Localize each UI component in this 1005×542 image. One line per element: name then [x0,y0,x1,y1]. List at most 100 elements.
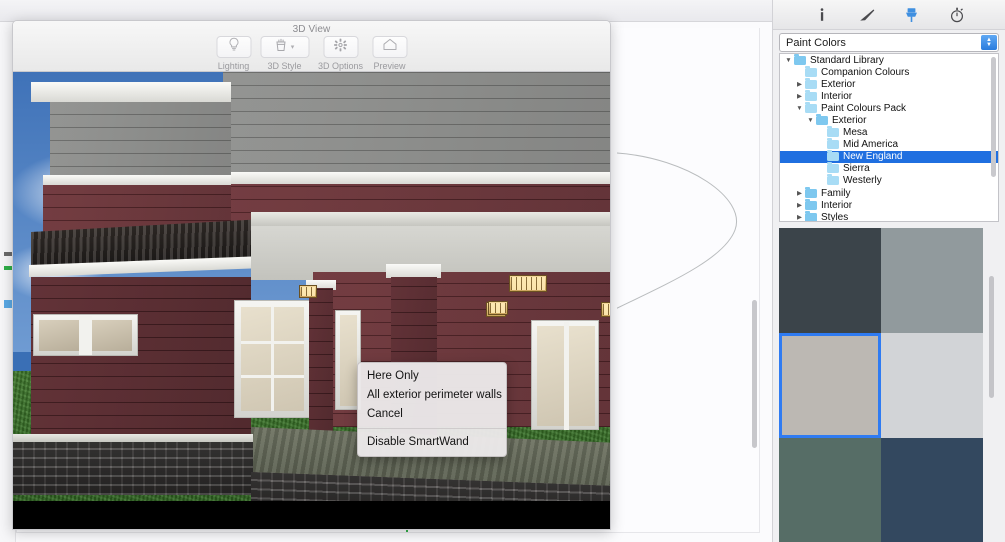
color-swatch[interactable] [881,228,983,333]
color-swatch[interactable] [779,228,881,333]
folder-icon [805,210,817,221]
tree-item-westerly[interactable]: Westerly [780,174,998,187]
color-swatch[interactable] [779,438,881,542]
3d-style-button[interactable]: ▾ [259,36,309,58]
library-tree[interactable]: ▼ Standard Library Companion Colours ▶ Exte… [779,53,999,222]
tree-item-exterior[interactable]: ▶ Exterior [780,77,998,90]
tool-marker[interactable] [4,266,12,270]
chevron-down-icon[interactable]: ▼ [805,117,816,124]
3d-view-titlebar[interactable]: 3D View Lighting ▾ 3D Style 3D Options P… [13,21,610,72]
folder-icon [805,101,817,113]
tree-item-label: Exterior [832,115,867,127]
chevron-right-icon[interactable]: ▶ [794,213,805,221]
chevron-down-icon[interactable]: ▾ [291,44,295,51]
color-swatch-area[interactable] [779,228,999,542]
window-pane [39,320,79,351]
color-swatch[interactable] [779,333,881,438]
tree-item-label: Styles [821,211,849,222]
chevron-right-icon[interactable]: ▶ [794,201,805,209]
context-menu-item-all-exterior-walls[interactable]: All exterior perimeter walls [358,386,506,405]
category-select[interactable]: Paint Colors ▲ ▼ [779,33,999,52]
folder-icon [827,150,839,162]
mid-band-trim [43,175,231,185]
tree-item-label: Companion Colours [821,66,910,78]
tree-item-label: New England [843,151,903,163]
folder-icon [816,114,828,126]
paint-bucket-icon [275,38,288,57]
application-window: 3D View Lighting ▾ 3D Style 3D Options P… [0,0,1005,542]
context-menu-item-disable-smartwand[interactable]: Disable SmartWand [358,433,506,452]
french-doors[interactable] [531,320,599,430]
chevron-down-icon[interactable]: ▼ [794,105,805,112]
preview-tool[interactable]: Preview [372,36,408,71]
chevron-updown-icon[interactable]: ▲ ▼ [981,35,997,50]
3d-style-tool[interactable]: ▾ 3D Style [259,36,309,71]
chevron-right-icon[interactable]: ▶ [794,80,805,88]
3d-view-window[interactable]: 3D View Lighting ▾ 3D Style 3D Options P… [12,20,611,530]
chevron-down-icon[interactable]: ▼ [783,57,794,64]
lighting-tool[interactable]: Lighting [215,36,251,71]
window-twin-left[interactable] [33,314,138,356]
color-swatch[interactable] [881,438,983,542]
preview-button[interactable] [372,36,408,58]
tree-item-mesa[interactable]: Mesa [780,126,998,139]
window-mullion [79,316,92,355]
3d-options-tool[interactable]: 3D Options [318,36,363,71]
swatch-scrollbar[interactable] [989,276,994,398]
tree-item-interior[interactable]: ▶ Interior [780,89,998,102]
exterior-light-fixture[interactable] [299,285,317,298]
context-menu-item-cancel[interactable]: Cancel [358,405,506,424]
context-menu-item-here-only[interactable]: Here Only [358,367,506,386]
window-tall-right[interactable] [234,300,310,418]
3d-options-button[interactable] [323,36,358,58]
info-icon[interactable] [812,5,832,25]
tool-marker[interactable] [4,252,12,256]
document-scrollbar[interactable] [752,300,757,448]
tree-item-companion-colours[interactable]: Companion Colours [780,65,998,78]
tree-item-styles[interactable]: ▶ Styles [780,210,998,222]
3d-rendered-scene[interactable]: Here Only All exterior perimeter walls C… [13,72,610,529]
folder-icon [805,186,817,198]
tree-scrollbar[interactable] [991,57,996,177]
upper-eave-band [31,82,231,102]
exterior-light-fixture[interactable] [509,275,547,292]
window-pane [340,315,357,406]
lighting-label: Lighting [217,61,250,71]
3d-view-toolbar: Lighting ▾ 3D Style 3D Options Preview [215,36,408,71]
3d-options-label: 3D Options [317,61,364,71]
exterior-light-fixture[interactable] [601,302,610,317]
tree-item-family[interactable]: ▶ Family [780,186,998,199]
tool-marker[interactable] [4,300,12,308]
plan-window-titlebar [0,0,772,22]
library-tree-rows: ▼ Standard Library Companion Colours ▶ Exte… [780,54,998,222]
chevron-right-icon[interactable]: ▶ [794,189,805,197]
tree-item-label: Mesa [843,127,868,139]
tree-item-interior[interactable]: ▶ Interior [780,198,998,211]
color-swatch[interactable] [881,333,983,438]
wing-eave-trim [223,172,610,184]
lighting-button[interactable] [215,36,251,58]
smartwand-context-menu[interactable]: Here Only All exterior perimeter walls C… [357,362,507,457]
tree-item-exterior[interactable]: ▼ Exterior [780,114,998,126]
library-panel: Paint Colors ▲ ▼ ▼ Standard Library Compa… [772,0,1005,542]
tree-item-standard-library[interactable]: ▼ Standard Library [780,54,998,66]
pin-icon[interactable] [902,5,922,25]
folder-icon [805,198,817,210]
column-cap [386,264,441,278]
tree-item-paint-colours-pack[interactable]: ▼ Paint Colours Pack [780,101,998,114]
tree-item-label: Interior [821,90,853,102]
library-toolbar [773,0,1005,30]
chevron-right-icon[interactable]: ▶ [794,92,805,100]
preview-label: Preview [373,61,406,71]
tree-item-sierra[interactable]: Sierra [780,162,998,175]
folder-icon [794,54,806,65]
viewport-bottom-bar [13,501,610,529]
tree-item-label: Exterior [821,78,856,90]
exterior-light-fixture[interactable] [488,301,508,315]
tree-item-new-england[interactable]: New England [780,150,998,163]
tree-item-mid-america[interactable]: Mid America [780,138,998,151]
timer-icon[interactable] [947,5,967,25]
tag-icon[interactable] [857,5,877,25]
